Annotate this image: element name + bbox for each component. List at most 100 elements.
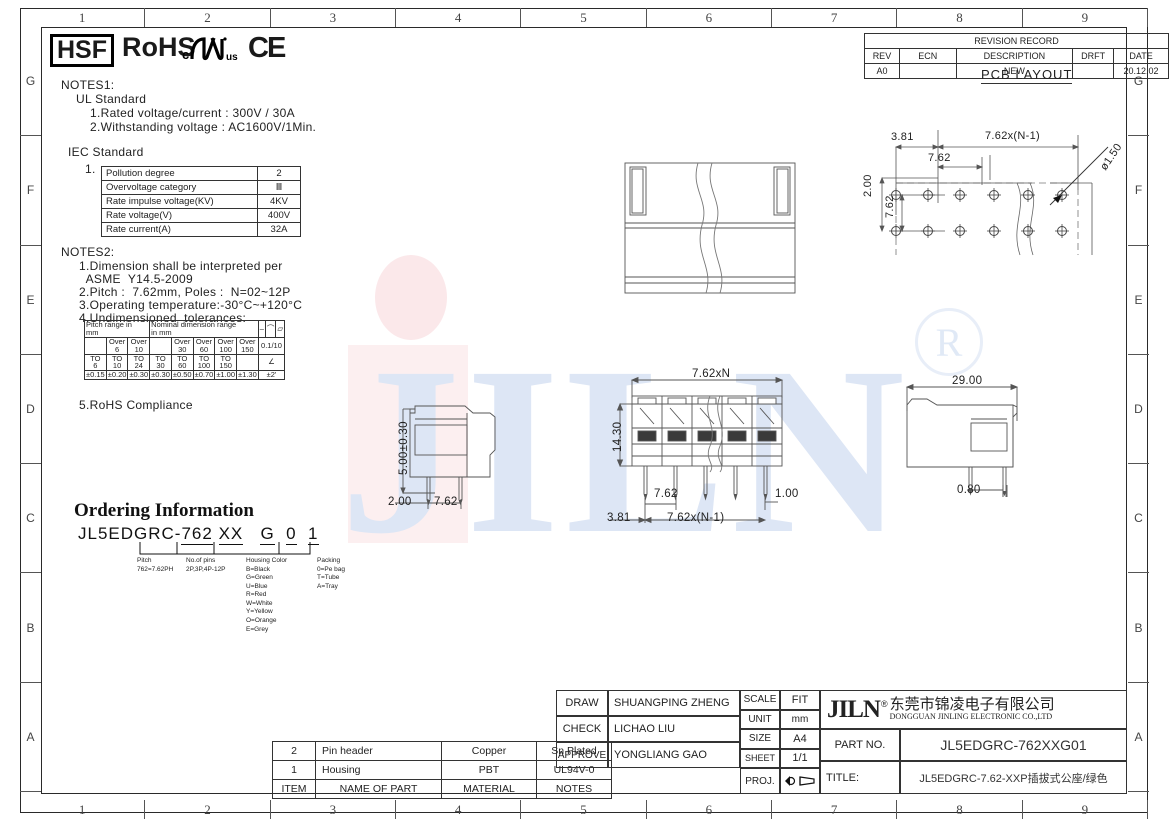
zone-right-D: D (1128, 355, 1149, 465)
tolerance-header-nominal: Nominal dimension range in mm (149, 320, 259, 338)
tolerance-value-cell: ±1.30 (236, 370, 259, 381)
zone-left-A: A (20, 683, 41, 792)
pcb-dim-3-81: 3.81 (891, 131, 914, 143)
revision-cell: A0 (864, 63, 900, 79)
zone-top-9: 9 (1023, 8, 1148, 27)
scale-value: FIT (780, 690, 820, 710)
zone-left-F: F (20, 136, 41, 246)
zone-left-G: G (20, 27, 41, 137)
tolerance-value-cell: ±0.15 (84, 370, 107, 381)
iec-row: Rate current(A) 32A (101, 222, 301, 237)
revision-header-drft: DRFT (1072, 48, 1115, 64)
parts-list-material: Copper (441, 741, 537, 761)
tolerance-header-row: Pitch range in mm Nominal dimension range i… (83, 320, 286, 338)
tolerance-over-row: Over 6 Over 10 Over 30 Over 60 Over 100 Over 150 0.1… (84, 336, 286, 355)
iec-row: Rate impulse voltage(KV) 4KV (101, 194, 301, 209)
tolerance-over-cell: Over 10 (127, 336, 151, 355)
revision-cell (1072, 63, 1115, 79)
iec-value: 4KV (257, 194, 301, 209)
zone-top-7: 7 (772, 8, 898, 27)
company-name-cn: 东莞市锦凌电子有限公司 (889, 696, 1055, 714)
front-dim-pin: 1.00 (775, 488, 799, 500)
cul-us-logo: c us (182, 33, 242, 63)
zone-left-C: C (20, 464, 41, 574)
parts-list-item: 2 (272, 741, 316, 761)
unit-value: mm (780, 709, 820, 729)
front-dim-height: 14.30 (612, 421, 624, 452)
zone-left-D: D (20, 355, 41, 465)
pcb-dim-pitch: 7.62 (928, 152, 951, 164)
tolerance-value-row: ±0.15 ±0.20 ±0.30 ±0.30 ±0.50 ±0.70 ±1.00 ±1.30… (84, 370, 286, 381)
zone-bottom-1: 1 (20, 800, 146, 819)
pcb-layout-title: PCB LAYOUT (981, 67, 1073, 84)
tolerance-symbol-arc: ⌒ (264, 320, 277, 338)
notes2-line-0: 1.Dimension shall be interpreted per (79, 259, 283, 273)
scale-label: SCALE (740, 690, 780, 710)
tolerance-over-cell: Over 60 (192, 336, 216, 355)
ul-mark-icon (190, 37, 216, 61)
front-dim-first: 3.81 (607, 512, 631, 524)
sheet-value: 1/1 (780, 748, 820, 768)
zone-bottom-6: 6 (647, 800, 772, 819)
side-left-dim-height: 5.00±0.30 (398, 421, 410, 475)
iec-value: 400V (257, 208, 301, 223)
ordering-legend-pins: No.of pins 2P,3P,4P-12P (186, 557, 226, 573)
zone-bottom-7: 7 (772, 800, 898, 819)
zone-bottom-2: 2 (145, 800, 271, 819)
revision-header-description: DESCRIPTION (955, 48, 1074, 64)
ce-logo: CE (248, 32, 286, 64)
tolerance-over-cell: Over 100 (214, 336, 238, 355)
zone-left-E: E (20, 246, 41, 355)
tolerance-to-cell: TO 150 (214, 353, 238, 372)
partno-label: PART NO. (820, 729, 900, 761)
zone-top-5: 5 (521, 8, 647, 27)
top-view-drawing (624, 162, 796, 294)
front-view-drawing (610, 376, 784, 524)
ordering-info-title: Ordering Information (74, 500, 254, 521)
tolerance-value-cell: ±0.20 (105, 370, 129, 381)
pcb-dim-2-00: 2.00 (862, 174, 874, 197)
iec-label: Rate current(A) (101, 222, 258, 237)
tolerance-symbol-parallelogram: ▱ (275, 320, 286, 338)
draw-label: DRAW (556, 690, 608, 716)
notes2-last-line: 5.RoHS Compliance (79, 398, 193, 412)
tolerance-over-cell (84, 336, 107, 355)
revision-cell (898, 63, 957, 79)
approve-value: YONGLIANG GAO (608, 742, 740, 768)
notes1-ul-standard: UL Standard (76, 92, 147, 106)
tolerance-to-cell: TO 100 (192, 353, 216, 372)
notes1-line-0: 1.Rated voltage/current : 300V / 30A (90, 106, 295, 120)
tolerance-table: Pitch range in mm Nominal dimension range i… (83, 320, 286, 381)
iec-label: Rate impulse voltage(KV) (101, 194, 258, 209)
tolerance-to-cell: TO 60 (170, 353, 194, 372)
iec-parameters-table: Pollution degree 2 Overvoltage category Ⅲ Ra… (101, 166, 301, 237)
tolerance-right-bot: ±2' (257, 370, 286, 381)
tolerance-to-cell: TO 10 (105, 353, 129, 372)
check-value: LICHAO LIU (608, 716, 740, 742)
hsf-logo: HSF (50, 34, 114, 68)
zone-right-E: E (1128, 246, 1149, 355)
zone-top-8: 8 (897, 8, 1023, 27)
tolerance-over-cell: Over 6 (105, 336, 129, 355)
tolerance-right-top: 0.1/10 (257, 336, 286, 355)
iec-row: Overvoltage category Ⅲ (101, 180, 301, 195)
side-left-dim-7-62: 7.62 (434, 496, 458, 508)
tolerance-to-cell: TO 30 (149, 353, 172, 372)
zone-bottom-5: 5 (521, 800, 647, 819)
company-name-en: DONGGUAN JINLING ELECTRONIC CO.,LTD (889, 712, 1053, 722)
zone-bottom-4: 4 (396, 800, 522, 819)
parts-list-header-item: ITEM (272, 779, 316, 799)
cul-us-letters: us (226, 52, 238, 63)
zone-top-3: 3 (271, 8, 396, 27)
tolerance-value-cell: ±1.00 (214, 370, 238, 381)
tolerance-value-cell: ±0.50 (170, 370, 194, 381)
revision-header-ecn: ECN (898, 48, 957, 64)
parts-list-header-material: MATERIAL (441, 779, 537, 799)
parts-list-header-name: NAME OF PART (315, 779, 442, 799)
proj-label: PROJ. (740, 768, 780, 794)
tolerance-symbol-straight: – (257, 320, 266, 338)
revision-header-date: DATE (1113, 48, 1169, 64)
pcb-dim-span: 7.62x(N-1) (985, 130, 1040, 142)
notes1-iec-standard: IEC Standard (68, 145, 144, 159)
zone-right-A: A (1128, 683, 1149, 792)
